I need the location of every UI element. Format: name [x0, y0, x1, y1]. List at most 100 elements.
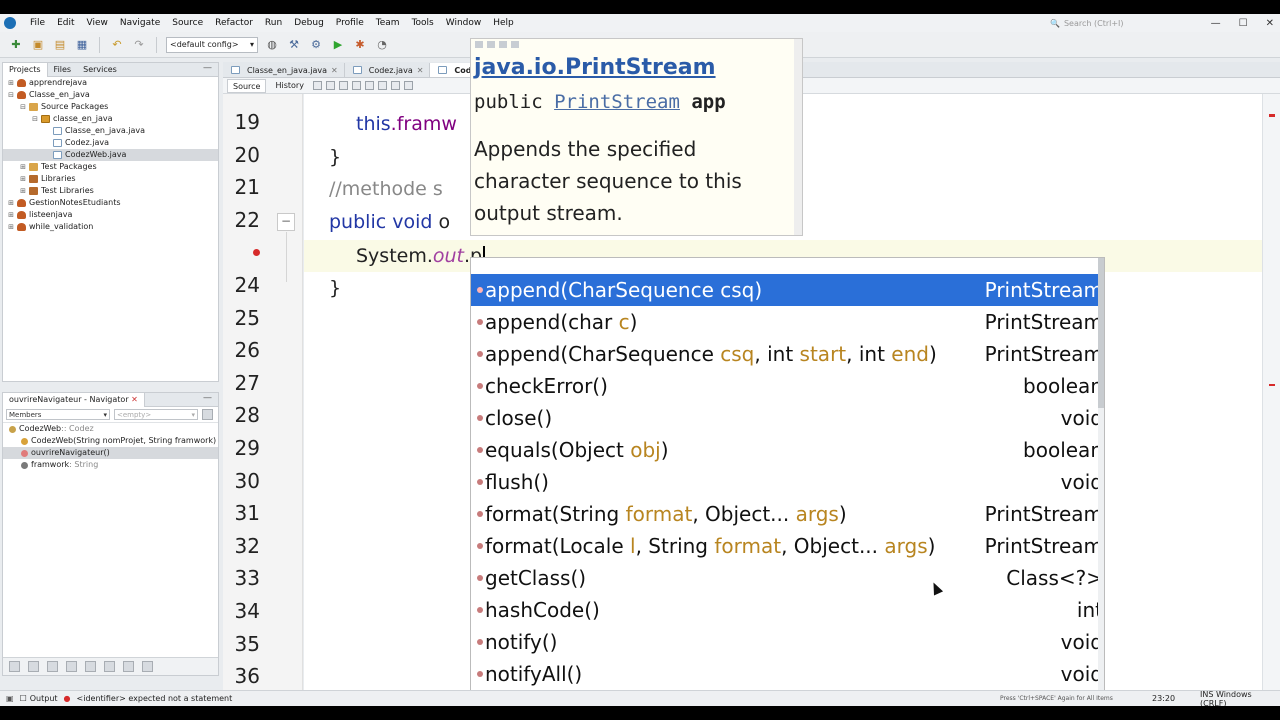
completion-item[interactable]: hashCode() int — [471, 594, 1104, 626]
globe-icon[interactable]: ◍ — [264, 37, 280, 53]
menu-run[interactable]: Run — [259, 18, 288, 28]
run-icon[interactable]: ▶ — [330, 37, 346, 53]
menu-refactor[interactable]: Refactor — [209, 18, 259, 28]
filter-static-icon[interactable] — [28, 661, 39, 672]
navigator-member[interactable]: CodezWeb :: Codez — [3, 423, 218, 435]
tab-files[interactable]: Files — [48, 63, 78, 77]
menu-file[interactable]: File — [24, 18, 51, 28]
doc-browser-icon[interactable] — [499, 41, 507, 48]
error-stripe-mark[interactable] — [1269, 114, 1275, 117]
tab-navigator[interactable]: ouvrireNavigateur - Navigator ✕ — [3, 392, 145, 407]
sort-name-icon[interactable] — [142, 661, 153, 672]
close-tab-icon[interactable]: ✕ — [417, 66, 424, 75]
menu-team[interactable]: Team — [370, 18, 406, 28]
expand-toggle-icon[interactable]: ⊞ — [19, 173, 27, 185]
tab-projects[interactable]: Projects — [3, 62, 48, 77]
minimize-panel-icon[interactable]: — — [203, 393, 212, 403]
completion-item[interactable]: append(char c) PrintStream — [471, 306, 1104, 338]
completion-item[interactable]: notifyAll() void — [471, 658, 1104, 690]
javadoc-return-type-link[interactable]: PrintStream — [554, 91, 680, 113]
output-tab[interactable]: ☐ Output — [20, 694, 58, 703]
filter-select[interactable]: <empty> ▾ — [114, 409, 198, 420]
expand-toggle-icon[interactable]: ⊞ — [7, 197, 15, 209]
tree-item[interactable]: ⊟ Classe_en_java — [3, 89, 218, 101]
close-icon[interactable]: ✕ — [1266, 18, 1274, 29]
history-mode-button[interactable]: History — [270, 79, 308, 93]
completion-item[interactable]: close() void — [471, 402, 1104, 434]
filter-inherited-icon[interactable] — [66, 661, 77, 672]
menu-window[interactable]: Window — [440, 18, 488, 28]
save-all-icon[interactable]: ▦ — [74, 37, 90, 53]
new-project-icon[interactable]: ▣ — [30, 37, 46, 53]
menu-tools[interactable]: Tools — [406, 18, 440, 28]
doc-back-icon[interactable] — [475, 41, 483, 48]
editor-tab[interactable]: Codez.java ✕ — [345, 63, 431, 77]
tree-item[interactable]: CodezWeb.java — [3, 149, 218, 161]
menu-debug[interactable]: Debug — [288, 18, 330, 28]
clean-build-icon[interactable]: ⚙ — [308, 37, 324, 53]
expand-toggle-icon[interactable]: ⊟ — [19, 101, 27, 113]
find-icon[interactable] — [351, 81, 361, 90]
members-select[interactable]: Members ▾ — [6, 409, 110, 420]
last-edit-icon[interactable] — [312, 81, 322, 90]
completion-item[interactable]: flush() void — [471, 466, 1104, 498]
new-file-icon[interactable]: ✚ — [8, 37, 24, 53]
menu-navigate[interactable]: Navigate — [114, 18, 166, 28]
completion-item[interactable]: append(CharSequence csq, int start, int … — [471, 338, 1104, 370]
expand-toggle-icon[interactable]: ⊞ — [19, 185, 27, 197]
tree-item[interactable]: Codez.java — [3, 137, 218, 149]
sort-icon[interactable] — [85, 661, 96, 672]
undo-icon[interactable]: ↶ — [109, 37, 125, 53]
completion-item[interactable]: notify() void — [471, 626, 1104, 658]
minimize-icon[interactable]: — — [1211, 18, 1221, 29]
expand-toggle-icon[interactable]: ⊟ — [31, 113, 39, 125]
find-next-icon[interactable] — [377, 81, 387, 90]
expand-toggle-icon[interactable]: ⊞ — [7, 77, 15, 89]
toggle-highlight-icon[interactable] — [390, 81, 400, 90]
javadoc-scrollbar[interactable] — [794, 39, 802, 235]
forward-icon[interactable] — [338, 81, 348, 90]
navigator-member[interactable]: ouvrireNavigateur() — [3, 447, 218, 459]
doc-forward-icon[interactable] — [487, 41, 495, 48]
source-mode-button[interactable]: Source — [227, 78, 267, 93]
error-stripe-mark[interactable] — [1269, 384, 1275, 386]
tree-item[interactable]: ⊞ GestionNotesEtudiants — [3, 197, 218, 209]
completion-item[interactable]: format(Locale l, String format, Object..… — [471, 530, 1104, 562]
completion-scrollbar[interactable] — [1098, 258, 1104, 705]
filter-fields-icon[interactable] — [9, 661, 20, 672]
menu-profile[interactable]: Profile — [330, 18, 370, 28]
profile-icon[interactable]: ◔ — [374, 37, 390, 53]
completion-item[interactable]: checkError() boolean — [471, 370, 1104, 402]
javadoc-class-link[interactable]: java.io.PrintStream — [474, 55, 716, 80]
open-project-icon[interactable]: ▤ — [52, 37, 68, 53]
back-icon[interactable] — [325, 81, 335, 90]
redo-icon[interactable]: ↷ — [131, 37, 147, 53]
toggle-bookmark-icon[interactable] — [403, 81, 413, 90]
maximize-icon[interactable]: ☐ — [1239, 18, 1248, 29]
menu-help[interactable]: Help — [487, 18, 520, 28]
fqn-icon[interactable] — [104, 661, 115, 672]
error-marker-icon[interactable] — [253, 249, 260, 256]
completion-item[interactable]: format(String format, Object... args) Pri… — [471, 498, 1104, 530]
navigator-member[interactable]: framwork : String — [3, 459, 218, 471]
tab-services[interactable]: Services — [77, 63, 123, 77]
javadoc-icon[interactable] — [123, 661, 134, 672]
navigator-options-icon[interactable] — [202, 409, 213, 420]
build-icon[interactable]: ⚒ — [286, 37, 302, 53]
tree-item[interactable]: ⊟ classe_en_java — [3, 113, 218, 125]
tree-item[interactable]: Classe_en_java.java — [3, 125, 218, 137]
expand-toggle-icon[interactable]: ⊞ — [7, 221, 15, 233]
menu-edit[interactable]: Edit — [51, 18, 80, 28]
tree-item[interactable]: ⊞ while_validation — [3, 221, 218, 233]
expand-toggle-icon[interactable]: ⊞ — [19, 161, 27, 173]
debug-icon[interactable]: ✱ — [352, 37, 368, 53]
expand-toggle-icon[interactable]: ⊞ — [7, 209, 15, 221]
error-stripe[interactable] — [1262, 94, 1280, 698]
config-select[interactable]: <default config> ▾ — [166, 36, 258, 53]
completion-scrollbar-thumb[interactable] — [1098, 258, 1104, 408]
tree-item[interactable]: ⊞ Libraries — [3, 173, 218, 185]
tree-item[interactable]: ⊞ apprendrejava — [3, 77, 218, 89]
tree-item[interactable]: ⊞ Test Libraries — [3, 185, 218, 197]
filter-nonpublic-icon[interactable] — [47, 661, 58, 672]
fold-toggle-icon[interactable]: − — [277, 213, 295, 231]
